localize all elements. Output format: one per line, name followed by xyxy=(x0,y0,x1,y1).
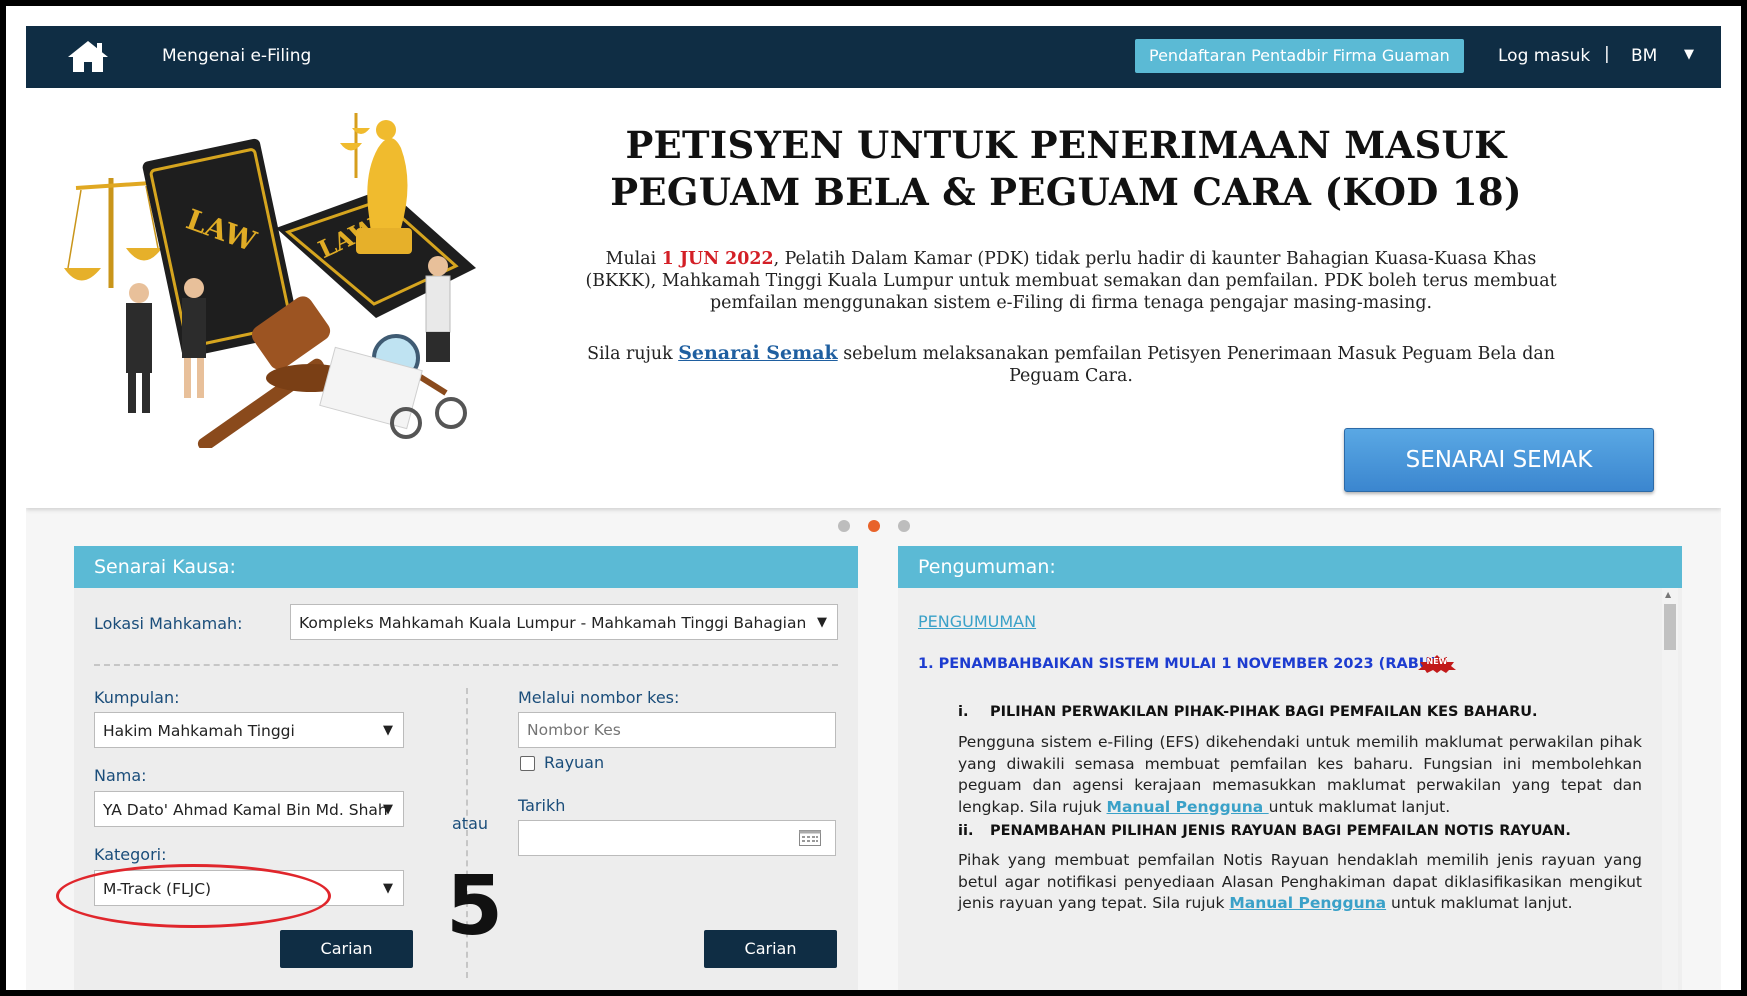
item-number: ii. xyxy=(958,823,974,839)
carian-button-right[interactable]: Carian xyxy=(704,930,837,968)
rayuan-label: Rayuan xyxy=(544,753,605,772)
nombor-kes-input[interactable] xyxy=(518,712,836,748)
nama-select[interactable]: YA Dato' Ahmad Kamal Bin Md. Shah ▼ xyxy=(94,791,404,827)
law-illustration: LAW LAW xyxy=(64,113,476,448)
chevron-down-icon: ▼ xyxy=(383,881,393,896)
nav-separator: | xyxy=(1604,44,1610,64)
register-firm-admin-button[interactable]: Pendaftaran Pentadbir Firma Guaman xyxy=(1135,39,1464,73)
hero-banner: LAW LAW PETISYEN UNTUK PENERIMAAN MASUK … xyxy=(26,88,1721,508)
carian-button-left[interactable]: Carian xyxy=(280,930,413,968)
new-badge: NEW xyxy=(1416,654,1458,674)
announcement-paragraph: Pengguna sistem e-Filing (EFS) dikehenda… xyxy=(958,732,1642,818)
senarai-semak-link[interactable]: Senarai Semak xyxy=(678,342,837,364)
banner-paragraph: Mulai 1 JUN 2022, Pelatih Dalam Kamar (P… xyxy=(571,248,1571,314)
carousel-dot[interactable] xyxy=(898,520,910,532)
divider xyxy=(94,664,838,666)
step-number: 5 xyxy=(446,859,504,954)
pengumuman-panel: Pengumuman: PENGUMUMAN 1. PENAMBAHBAIKAN… xyxy=(898,546,1682,990)
item-number: i. xyxy=(958,704,969,720)
language-selector[interactable]: BM xyxy=(1631,46,1657,66)
screenshot-frame: Mengenai e-Filing Pendaftaran Pentadbir … xyxy=(6,6,1741,990)
paragraph-text: untuk maklumat lanjut. xyxy=(1386,894,1573,912)
sub-announcement-title: PILIHAN PERWAKILAN PIHAK-PIHAK BAGI PEMF… xyxy=(990,704,1538,720)
chevron-down-icon[interactable]: ▼ xyxy=(1684,47,1694,62)
banner-title: PETISYEN UNTUK PENERIMAAN MASUK PEGUAM B… xyxy=(556,122,1576,216)
banner-date: 1 JUN 2022 xyxy=(661,249,774,269)
carousel-dot[interactable] xyxy=(838,520,850,532)
lokasi-select[interactable]: Kompleks Mahkamah Kuala Lumpur - Mahkama… xyxy=(290,604,838,640)
paragraph-text: untuk maklumat lanjut. xyxy=(1268,797,1451,816)
lokasi-value: Kompleks Mahkamah Kuala Lumpur - Mahkama… xyxy=(299,614,807,632)
kumpulan-select[interactable]: Hakim Mahkamah Tinggi ▼ xyxy=(94,712,404,748)
calendar-icon[interactable] xyxy=(799,830,821,846)
carousel-dot-active[interactable] xyxy=(868,520,880,532)
banner-text-fragment: Sila rujuk xyxy=(587,344,679,364)
kategori-label: Kategori: xyxy=(94,845,167,864)
nav-about-link[interactable]: Mengenai e-Filing xyxy=(162,46,311,66)
chevron-down-icon: ▼ xyxy=(817,615,827,630)
chevron-down-icon: ▼ xyxy=(383,802,393,817)
banner-text-fragment: Mulai xyxy=(605,249,662,269)
tarikh-label: Tarikh xyxy=(518,796,566,815)
announcement-title: 1. PENAMBAHBAIKAN SISTEM MULAI 1 NOVEMBE… xyxy=(918,656,1448,672)
sub-announcement-title: PENAMBAHAN PILIHAN JENIS RAYUAN BAGI PEM… xyxy=(990,823,1571,839)
highlight-ellipse xyxy=(56,864,331,928)
pengumuman-body: PENGUMUMAN 1. PENAMBAHBAIKAN SISTEM MULA… xyxy=(898,588,1682,990)
manual-pengguna-link[interactable]: Manual Pengguna xyxy=(1229,894,1386,912)
banner-title-line: PETISYEN UNTUK PENERIMAAN MASUK xyxy=(625,123,1507,167)
nama-label: Nama: xyxy=(94,766,147,785)
pengumuman-header: Pengumuman: xyxy=(898,546,1682,588)
kumpulan-value: Hakim Mahkamah Tinggi xyxy=(103,722,295,740)
top-navbar: Mengenai e-Filing Pendaftaran Pentadbir … xyxy=(26,26,1721,88)
nama-value: YA Dato' Ahmad Kamal Bin Md. Shah xyxy=(103,801,388,819)
kumpulan-label: Kumpulan: xyxy=(94,688,180,707)
banner-title-line: PEGUAM BELA & PEGUAM CARA (KOD 18) xyxy=(610,170,1522,214)
rayuan-checkbox[interactable] xyxy=(520,756,535,771)
announcement-scrollbar[interactable]: ▲ xyxy=(1662,588,1678,990)
home-icon[interactable] xyxy=(66,39,110,75)
announcement-paragraph: Pihak yang membuat pemfailan Notis Rayua… xyxy=(958,850,1642,915)
atau-label: atau xyxy=(452,814,489,833)
pengumuman-link[interactable]: PENGUMUMAN xyxy=(918,612,1036,631)
scroll-up-icon[interactable]: ▲ xyxy=(1665,590,1671,599)
page: Mengenai e-Filing Pendaftaran Pentadbir … xyxy=(26,26,1721,990)
senarai-semak-button[interactable]: SENARAI SEMAK xyxy=(1344,428,1654,492)
manual-pengguna-link[interactable]: Manual Pengguna xyxy=(1107,798,1269,816)
banner-paragraph: Sila rujuk Senarai Semak sebelum melaksa… xyxy=(571,342,1571,387)
chevron-down-icon: ▼ xyxy=(383,723,393,738)
lokasi-label: Lokasi Mahkamah: xyxy=(94,614,243,633)
banner-text-fragment: sebelum melaksanakan pemfailan Petisyen … xyxy=(837,344,1555,386)
nombor-kes-label: Melalui nombor kes: xyxy=(518,688,680,707)
new-badge-label: NEW xyxy=(1426,657,1448,666)
login-link[interactable]: Log masuk xyxy=(1498,46,1590,66)
scroll-thumb[interactable] xyxy=(1664,604,1676,650)
senarai-kausa-header: Senarai Kausa: xyxy=(74,546,858,588)
tarikh-input[interactable] xyxy=(518,820,836,856)
